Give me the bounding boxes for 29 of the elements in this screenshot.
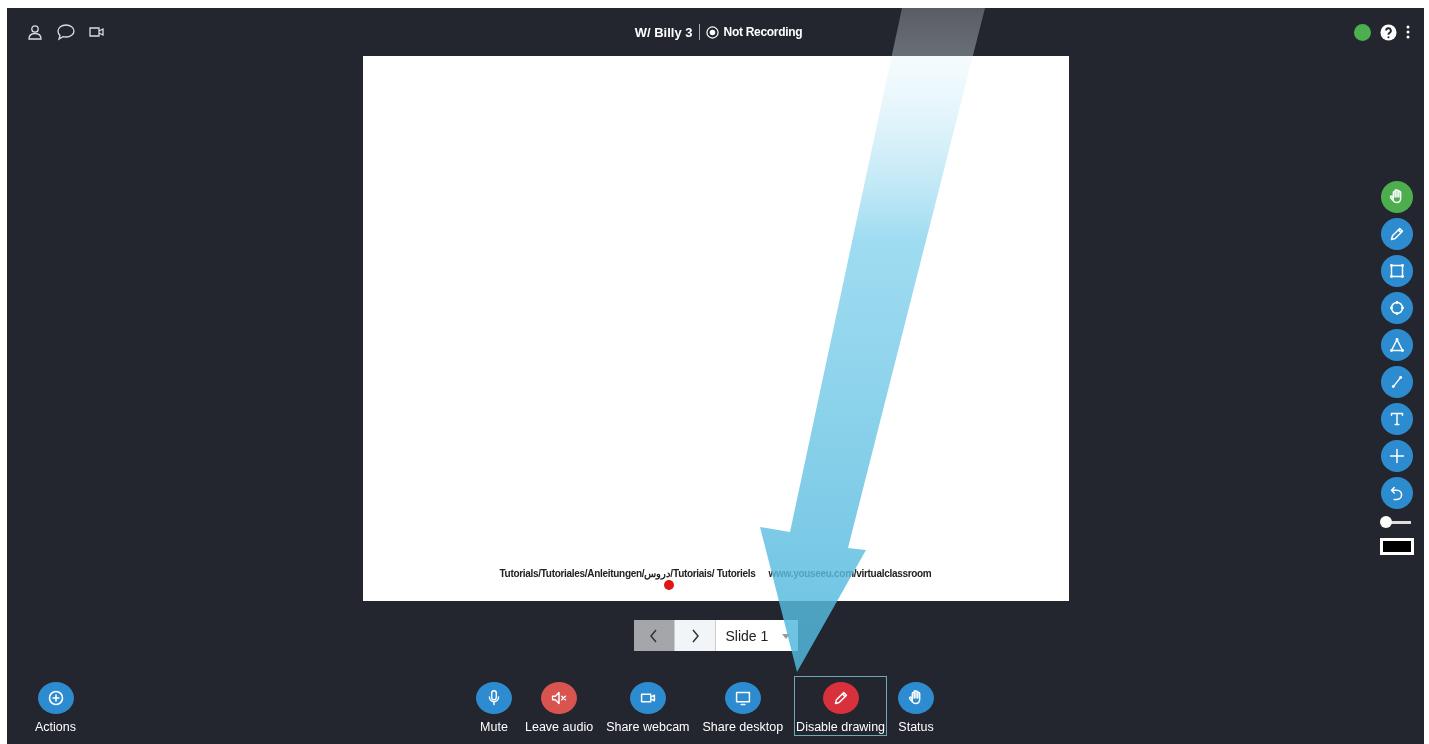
slide-text: Tutorials/Tutoriales/Anleitungen/دروس/Tutoriais/ Tutoriels [499, 568, 756, 579]
actions-button[interactable]: Actions [33, 676, 78, 736]
user-icon[interactable] [27, 24, 43, 40]
control-button[interactable]: Leave audio [523, 676, 596, 736]
drawing-tool-button[interactable] [1381, 366, 1413, 398]
control-button[interactable]: Status [896, 676, 937, 736]
pointer-dot [663, 580, 674, 590]
drawing-tool-button[interactable] [1381, 292, 1413, 324]
drawing-tool-button[interactable] [1381, 477, 1413, 509]
chat-icon[interactable] [56, 23, 76, 41]
control-button[interactable]: Share desktop [700, 676, 786, 736]
drawing-tool-button[interactable] [1381, 403, 1413, 435]
control-button[interactable]: Mute [474, 676, 514, 736]
control-button[interactable]: Disable drawing [794, 676, 888, 736]
meeting-title: W/ Billy 3 [634, 24, 693, 40]
drawing-tool-button[interactable] [1381, 181, 1413, 213]
control-button[interactable]: Share webcam [604, 676, 692, 736]
chevron-right-icon [689, 628, 700, 643]
video-icon[interactable] [89, 26, 105, 38]
drawing-tool-button[interactable] [1381, 218, 1413, 250]
color-swatch[interactable] [1380, 538, 1414, 555]
drawing-tool-button[interactable] [1381, 255, 1413, 287]
chevron-left-icon [648, 628, 659, 643]
recording-toggle[interactable]: Not Recording [705, 25, 803, 39]
drawing-tool-button[interactable] [1381, 440, 1413, 472]
more-options-icon[interactable] [1406, 25, 1410, 39]
drawing-tool-button[interactable] [1381, 329, 1413, 361]
help-icon[interactable] [1380, 23, 1397, 41]
slider-thumb[interactable] [1379, 516, 1392, 528]
